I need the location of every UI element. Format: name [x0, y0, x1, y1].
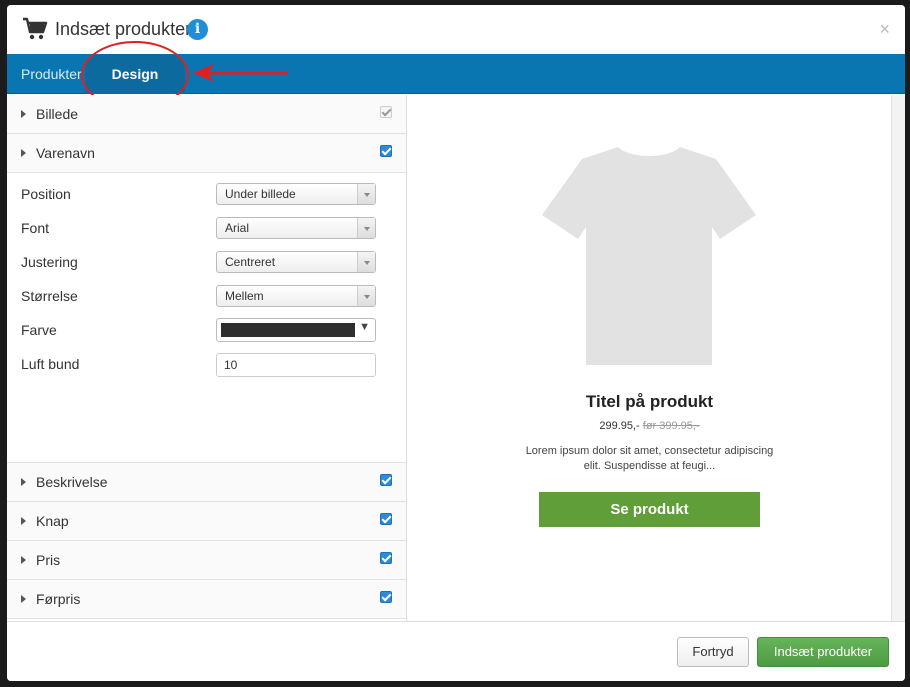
insert-products-dialog: Indsæt produkter i × Produkter Design Bi…: [7, 5, 905, 681]
font-select[interactable]: Arial: [216, 217, 376, 239]
section-beskrivelse[interactable]: Beskrivelse: [7, 463, 406, 502]
chevron-down-icon: [357, 184, 375, 204]
color-swatch: [221, 323, 355, 337]
section-label: Knap: [36, 513, 69, 529]
caret-right-icon: [21, 595, 26, 603]
forpris-checkbox[interactable]: [380, 591, 392, 603]
font-value: Arial: [225, 221, 250, 235]
close-icon[interactable]: ×: [879, 19, 890, 40]
section-label: Billede: [36, 106, 79, 122]
justering-value: Centreret: [225, 255, 276, 269]
product-title: Titel på produkt: [585, 392, 714, 411]
product-price: 299.95,-: [599, 420, 640, 432]
design-options-panel: Billede Varenavn Position Under billede …: [7, 95, 407, 621]
billede-checkbox[interactable]: [380, 106, 392, 118]
justering-label: Justering: [21, 254, 78, 270]
section-label: Beskrivelse: [36, 474, 108, 490]
cart-icon: [23, 17, 48, 40]
product-preview: Titel på produkt 299.95,- før 399.95,- L…: [408, 95, 891, 621]
section-billede[interactable]: Billede: [7, 95, 406, 134]
caret-right-icon: [21, 110, 26, 118]
dialog-title: Indsæt produkter: [55, 19, 192, 39]
font-label: Font: [21, 220, 50, 236]
section-forpris[interactable]: Førpris: [7, 580, 406, 619]
caret-right-icon: [21, 517, 26, 525]
luft-bund-input[interactable]: 10: [216, 353, 376, 377]
see-product-button[interactable]: Se produkt: [539, 492, 760, 527]
product-prices: 299.95,- før 399.95,-: [408, 420, 891, 432]
section-label: Varenavn: [36, 145, 95, 161]
caret-right-icon: [21, 149, 26, 157]
varenavn-checkbox[interactable]: [380, 145, 392, 157]
tshirt-icon: [542, 147, 756, 365]
position-value: Under billede: [225, 187, 296, 201]
varenavn-settings: Position Under billede Font Arial Juster…: [7, 173, 407, 463]
product-old-price: før 399.95,-: [642, 420, 700, 432]
insert-products-button[interactable]: Indsæt produkter: [757, 637, 889, 667]
product-description: Lorem ipsum dolor sit amet, consectetur …: [525, 445, 774, 472]
knap-checkbox[interactable]: [380, 513, 392, 525]
section-pris[interactable]: Pris: [7, 541, 406, 580]
section-label: Pris: [36, 552, 61, 568]
storrelse-select[interactable]: Mellem: [216, 285, 376, 307]
position-select[interactable]: Under billede: [216, 183, 376, 205]
section-varenavn[interactable]: Varenavn: [7, 134, 406, 173]
section-knap[interactable]: Knap: [7, 502, 406, 541]
preview-scrollbar[interactable]: [891, 95, 905, 621]
tab-produkter[interactable]: Produkter: [21, 54, 82, 94]
storrelse-value: Mellem: [225, 289, 264, 303]
chevron-down-icon: [357, 218, 375, 238]
dialog-footer: Fortryd Indsæt produkter: [7, 621, 905, 681]
luft-bund-label: Luft bund: [21, 356, 80, 372]
cancel-button[interactable]: Fortryd: [677, 637, 749, 667]
color-picker[interactable]: ▼: [216, 318, 376, 342]
chevron-down-icon: [357, 252, 375, 272]
section-label: Førpris: [36, 591, 81, 607]
caret-right-icon: [21, 478, 26, 486]
position-label: Position: [21, 186, 71, 202]
chevron-down-icon: [357, 286, 375, 306]
caret-down-icon: ▼: [359, 321, 370, 333]
pris-checkbox[interactable]: [380, 552, 392, 564]
farve-label: Farve: [21, 322, 57, 338]
annotation-arrow: [193, 64, 288, 82]
caret-right-icon: [21, 556, 26, 564]
settings-scrollbar[interactable]: [406, 173, 407, 463]
storrelse-label: Størrelse: [21, 288, 78, 304]
info-icon[interactable]: i: [187, 19, 208, 40]
beskrivelse-checkbox[interactable]: [380, 474, 392, 486]
justering-select[interactable]: Centreret: [216, 251, 376, 273]
